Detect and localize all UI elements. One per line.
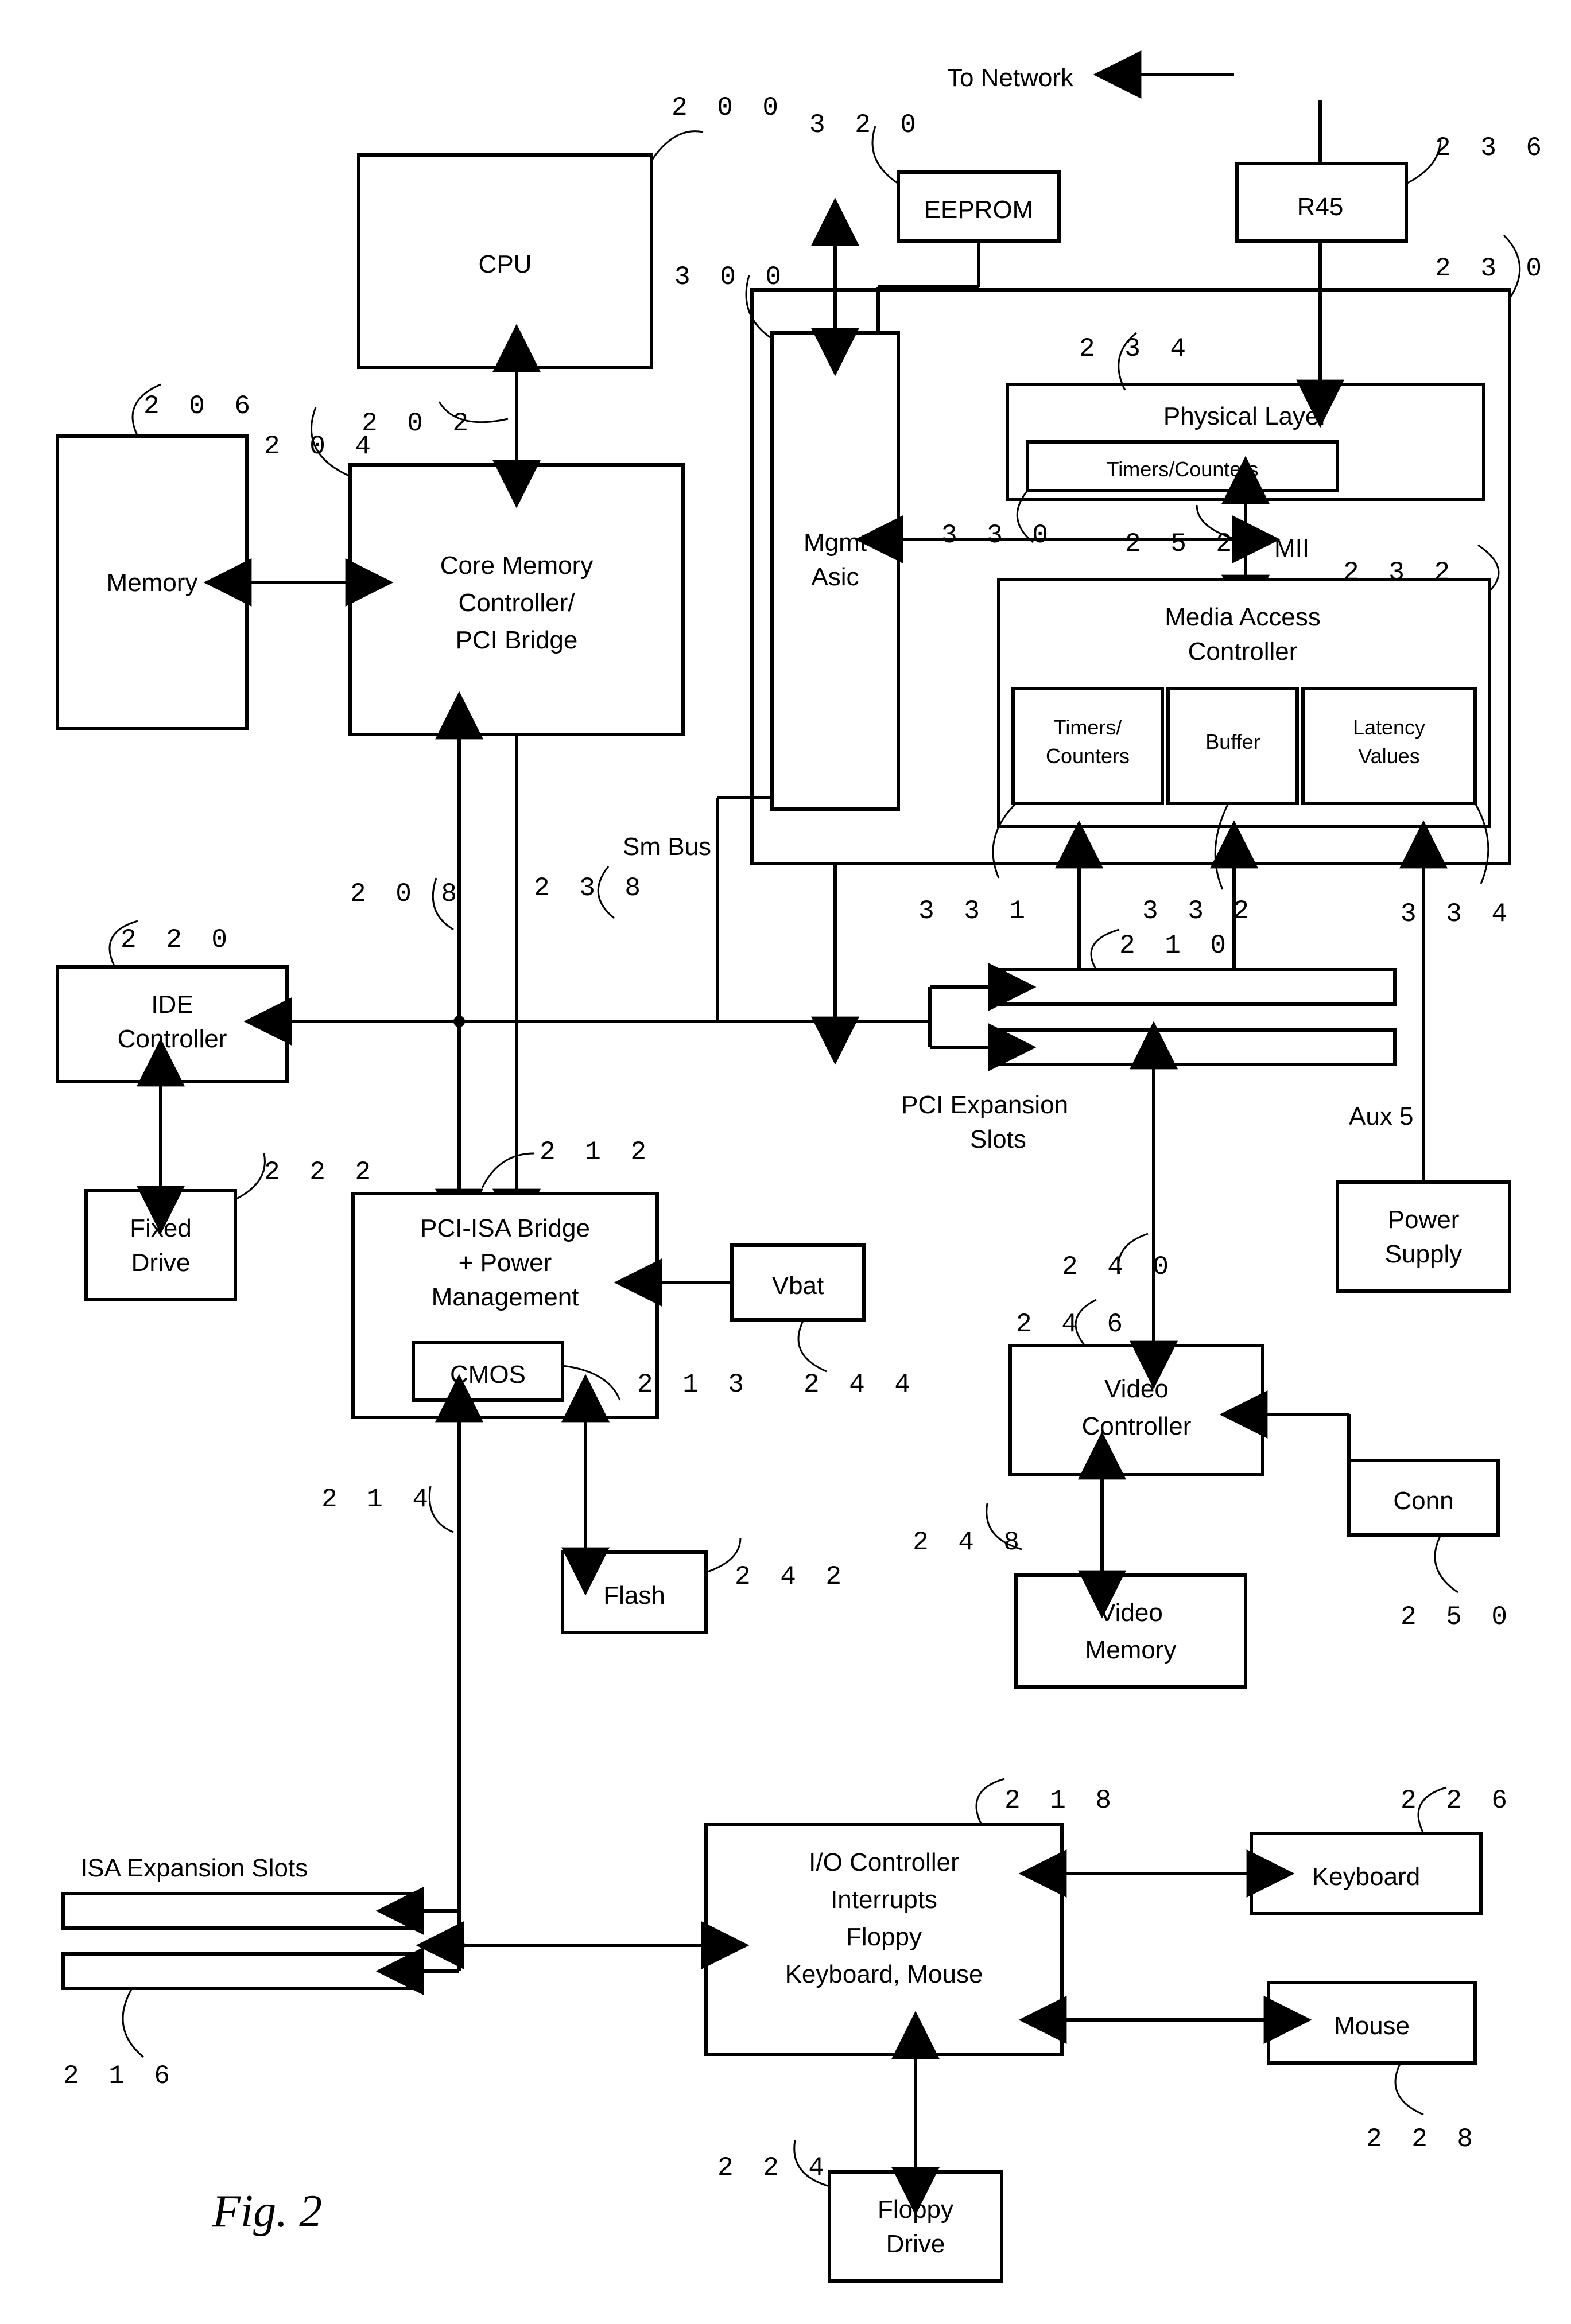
ref-210: 2 1 0	[1119, 931, 1233, 961]
ref-224: 2 2 4	[717, 2153, 831, 2183]
ref-252: 2 5 2	[1125, 529, 1239, 559]
mac-line2: Controller	[1188, 638, 1298, 666]
ref-228: 2 2 8	[1366, 2124, 1480, 2154]
pci-slot-2	[993, 1030, 1395, 1064]
ref-330: 3 3 0	[941, 520, 1055, 550]
ref-226: 2 2 6	[1401, 1786, 1514, 1816]
svg-text:Power: Power	[1388, 1206, 1460, 1234]
pci-slots-l2: Slots	[970, 1125, 1026, 1153]
ref-216: 2 1 6	[63, 2061, 177, 2091]
ref-300: 3 0 0	[674, 262, 788, 292]
svg-text:Fixed: Fixed	[130, 1214, 192, 1242]
ref-206: 2 0 6	[143, 391, 257, 421]
svg-text:Interrupts: Interrupts	[831, 1886, 937, 1914]
svg-text:Floppy: Floppy	[878, 2195, 953, 2224]
diagram-root: CPU 2 0 0 To Network EEPROM 3 2 0 R45 2 …	[0, 0, 1571, 2324]
svg-text:Memory: Memory	[1085, 1636, 1177, 1664]
ref-234: 2 3 4	[1079, 334, 1193, 364]
ref-218: 2 1 8	[1004, 1786, 1118, 1816]
to-network-label: To Network	[947, 64, 1074, 92]
cpu-label: CPU	[479, 250, 532, 278]
svg-text:Controller/: Controller/	[459, 589, 576, 617]
svg-text:Drive: Drive	[886, 2230, 945, 2258]
ide-block	[57, 967, 287, 1082]
svg-text:Supply: Supply	[1385, 1240, 1463, 1268]
isa-slot-2	[63, 1954, 419, 1988]
ref-331: 3 3 1	[918, 896, 1032, 926]
flash-label: Flash	[603, 1581, 665, 1610]
mgmt-label-1: Mgmt	[804, 528, 867, 557]
svg-text:Keyboard, Mouse: Keyboard, Mouse	[785, 1960, 983, 1988]
ref-232: 2 3 2	[1343, 558, 1457, 588]
ref-222: 2 2 2	[264, 1157, 378, 1187]
ref-238: 2 3 8	[534, 873, 647, 903]
mii-label: MII	[1274, 534, 1309, 562]
isa-slot-1	[63, 1894, 419, 1928]
svg-text:Values: Values	[1358, 744, 1419, 768]
svg-text:Controller: Controller	[1082, 1412, 1192, 1440]
svg-text:Counters: Counters	[1046, 744, 1130, 768]
svg-text:IDE: IDE	[151, 990, 193, 1019]
mgmt-label-2: Asic	[811, 563, 859, 591]
vbat-label: Vbat	[772, 1272, 824, 1300]
ref-246: 2 4 6	[1016, 1309, 1130, 1339]
memory-label: Memory	[107, 569, 198, 597]
isa-label: ISA Expansion Slots	[80, 1854, 308, 1882]
kbd-label: Keyboard	[1312, 1863, 1420, 1891]
ref-334: 3 3 4	[1401, 899, 1514, 929]
floppy-block	[829, 2172, 1002, 2281]
svg-text:I/O Controller: I/O Controller	[809, 1848, 959, 1876]
eeprom-label: EEPROM	[924, 196, 1034, 224]
aux5-label: Aux 5	[1349, 1102, 1414, 1130]
pci-slot-1	[993, 970, 1395, 1004]
svg-text:Latency: Latency	[1353, 716, 1425, 739]
figure-label: Fig. 2	[212, 2186, 322, 2237]
pci-slots-l1: PCI Expansion	[901, 1091, 1068, 1119]
ref-332: 3 3 2	[1142, 896, 1256, 926]
fixed-drive-block	[86, 1191, 235, 1300]
cmos-label: CMOS	[450, 1361, 526, 1389]
svg-text:+ Power: + Power	[459, 1249, 552, 1277]
mouse-label: Mouse	[1334, 2012, 1410, 2040]
ref-202: 2 0 2	[362, 409, 475, 438]
svg-text:Video: Video	[1099, 1599, 1163, 1627]
svg-text:Floppy: Floppy	[846, 1923, 922, 1951]
svg-text:Video: Video	[1104, 1375, 1169, 1403]
ref-236: 2 3 6	[1435, 133, 1549, 163]
svg-text:Management: Management	[432, 1283, 579, 1311]
conn-label: Conn	[1393, 1487, 1453, 1515]
video-ctrl-block	[1010, 1346, 1263, 1475]
svg-text:PCI Bridge: PCI Bridge	[456, 626, 578, 654]
power-supply-block	[1337, 1182, 1510, 1291]
svg-text:Timers/: Timers/	[1054, 716, 1122, 739]
ref-200: 2 0 0	[672, 93, 785, 123]
mac-buf-label: Buffer	[1205, 730, 1260, 753]
ref-320: 3 2 0	[809, 110, 923, 140]
ref-214: 2 1 4	[321, 1484, 435, 1514]
ref-220: 2 2 0	[121, 925, 234, 955]
ref-242: 2 4 2	[735, 1562, 848, 1592]
smbus-l1: Sm Bus	[623, 833, 711, 861]
ref-244: 2 4 4	[804, 1370, 917, 1400]
ref-208: 2 0 8	[350, 879, 464, 909]
ref-213: 2 1 3	[637, 1370, 751, 1400]
ref-204: 2 0 4	[264, 432, 378, 461]
ref-248: 2 4 8	[913, 1528, 1026, 1557]
phys-label: Physical Layer	[1163, 402, 1328, 430]
svg-text:Core Memory: Core Memory	[440, 551, 594, 580]
svg-text:Drive: Drive	[131, 1249, 191, 1277]
phys-tc-label: Timers/Counters	[1107, 457, 1259, 481]
ref-230: 2 3 0	[1435, 254, 1549, 283]
svg-text:PCI-ISA Bridge: PCI-ISA Bridge	[420, 1214, 590, 1242]
ref-250: 2 5 0	[1401, 1602, 1514, 1632]
r45-label: R45	[1297, 193, 1344, 221]
video-mem-block	[1016, 1575, 1246, 1687]
ref-212: 2 1 2	[540, 1137, 653, 1167]
svg-text:Controller: Controller	[118, 1025, 227, 1053]
mac-line1: Media Access	[1165, 603, 1320, 631]
